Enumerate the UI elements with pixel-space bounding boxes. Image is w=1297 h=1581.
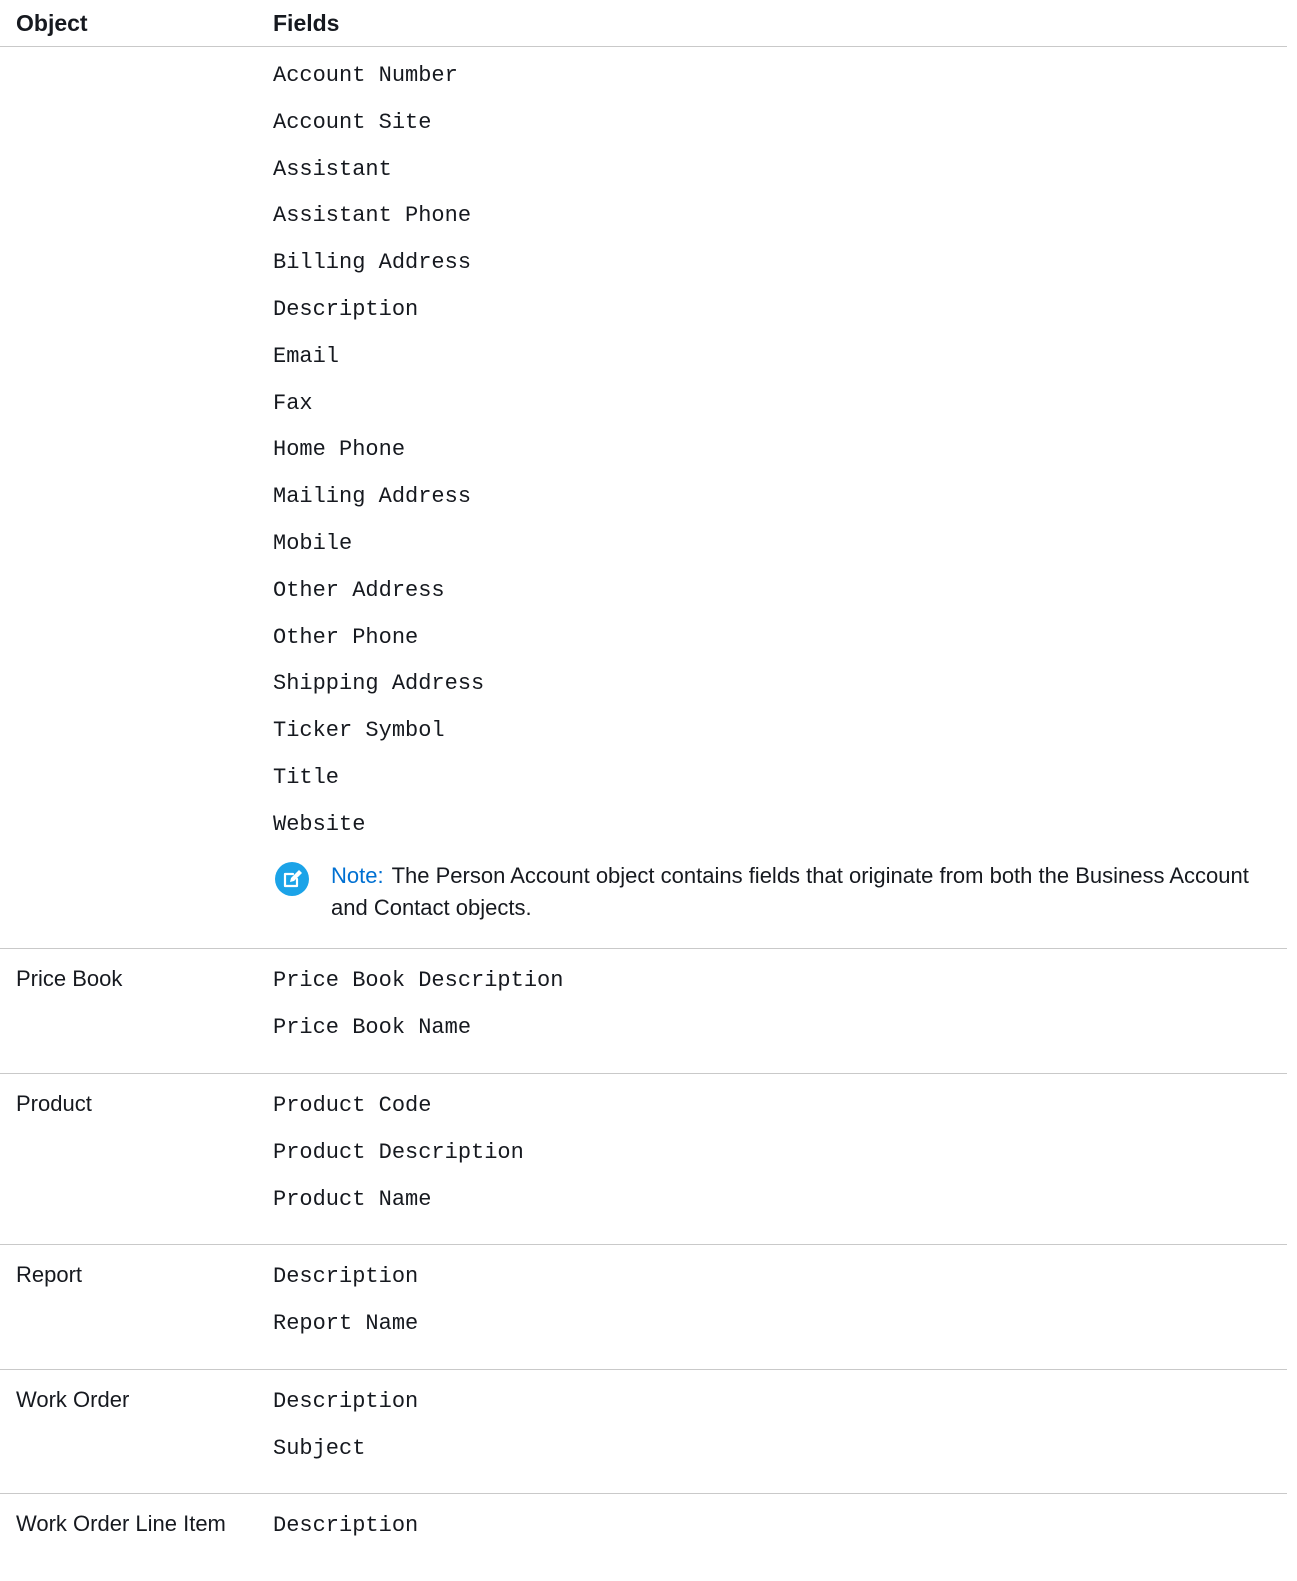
object-name: Work Order	[16, 1387, 130, 1412]
field-item: Fax	[273, 390, 313, 416]
field-item: Price Book Name	[273, 1014, 472, 1040]
field-item: Website	[273, 811, 366, 837]
field-item: Assistant	[273, 156, 392, 182]
table-header: Object Fields	[0, 0, 1287, 47]
field-item: Product Name	[273, 1186, 432, 1212]
note-box: Note: The Person Account object contains …	[273, 860, 1287, 941]
field-item: Description	[273, 1264, 419, 1289]
field-item: Other Phone	[273, 624, 419, 650]
table-row: Account Number Account Site Assistant As…	[0, 47, 1287, 949]
field-item: Product Description	[273, 1139, 524, 1165]
field-item: Title	[273, 764, 340, 790]
object-name: Price Book	[16, 966, 123, 991]
field-item: Account Site	[273, 109, 432, 135]
fields-list: Product Code Product Description Product…	[273, 1074, 1287, 1244]
object-name: Report	[16, 1262, 83, 1287]
field-item: Account Number	[273, 63, 458, 88]
field-item: Other Address	[273, 577, 445, 603]
field-item: Home Phone	[273, 437, 406, 463]
table-row: Report Description Report Name	[0, 1245, 1287, 1370]
field-item: Email	[273, 343, 340, 369]
field-item: Mobile	[273, 530, 353, 556]
fields-list: Description	[273, 1494, 1287, 1580]
field-item: Description	[273, 1513, 419, 1538]
field-item: Product Code	[273, 1093, 432, 1118]
header-object: Object	[16, 10, 88, 36]
fields-table: Object Fields Account Number Account Sit…	[0, 0, 1287, 1580]
object-name	[0, 47, 273, 948]
field-item: Description	[273, 296, 419, 322]
object-name: Work Order Line Item	[16, 1511, 226, 1536]
field-item: Assistant Phone	[273, 203, 472, 229]
field-item: Price Book Description	[273, 968, 564, 993]
table-row: Work Order Line Item Description	[0, 1494, 1287, 1580]
note-text: Note: The Person Account object contains …	[331, 860, 1261, 924]
field-item: Ticker Symbol	[273, 718, 445, 744]
fields-list: Account Number Account Site Assistant As…	[273, 47, 1287, 948]
table-row: Product Product Code Product Description…	[0, 1074, 1287, 1245]
field-item: Subject	[273, 1435, 366, 1461]
header-fields: Fields	[273, 10, 340, 36]
field-item: Shipping Address	[273, 671, 485, 697]
object-name: Product	[16, 1091, 92, 1116]
fields-list: Description Report Name	[273, 1245, 1287, 1369]
note-label: Note:	[331, 862, 384, 888]
fields-list: Description Subject	[273, 1370, 1287, 1493]
table-row: Work Order Description Subject	[0, 1370, 1287, 1494]
field-item: Mailing Address	[273, 484, 472, 510]
field-item: Description	[273, 1389, 419, 1414]
field-item: Report Name	[273, 1310, 419, 1336]
note-body: The Person Account object contains field…	[331, 862, 1249, 920]
edit-note-icon	[275, 861, 309, 896]
table-row: Price Book Price Book Description Price …	[0, 949, 1287, 1074]
field-item: Billing Address	[273, 250, 472, 276]
fields-list: Price Book Description Price Book Name	[273, 949, 1287, 1073]
